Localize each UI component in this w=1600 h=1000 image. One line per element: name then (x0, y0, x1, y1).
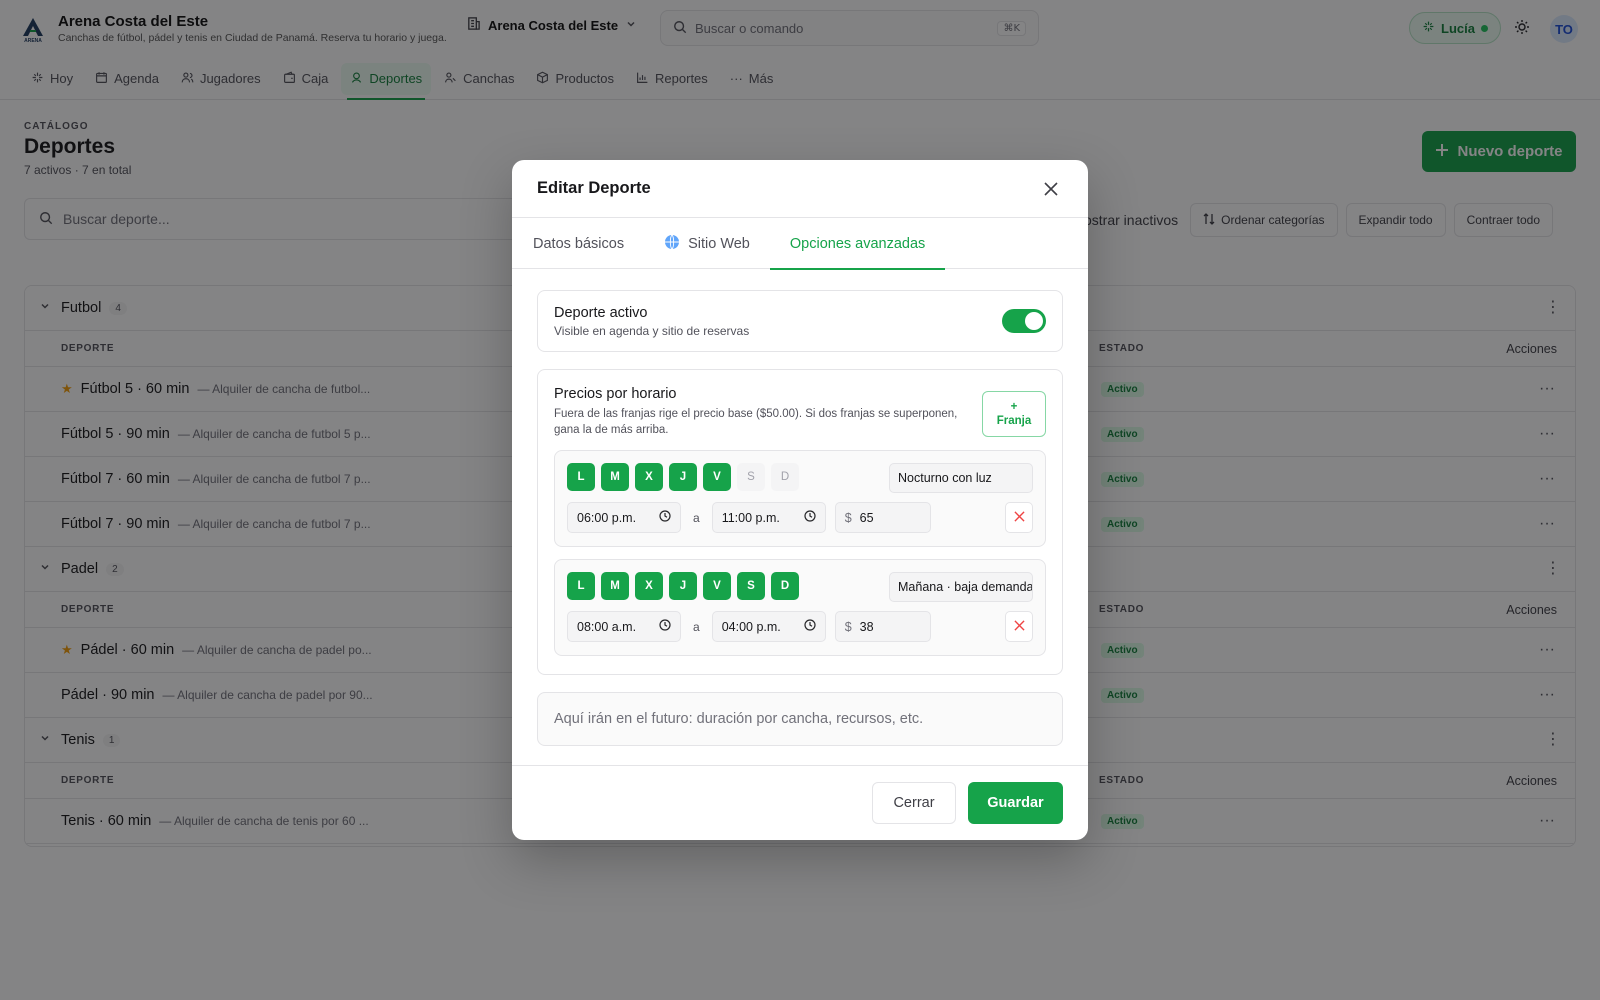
dialog-footer: Cerrar Guardar (512, 765, 1088, 840)
end-time-value: 11:00 p.m. (721, 510, 780, 525)
tab-label: Datos básicos (533, 235, 625, 252)
end-time-value: 04:00 p.m. (721, 619, 781, 634)
edit-sport-dialog: Editar Deporte Datos básicos Sitio Web O… (512, 160, 1088, 840)
future-options-note: Aquí irán en el futuro: duración por can… (537, 692, 1063, 746)
active-switch[interactable] (1002, 309, 1046, 333)
price-input[interactable]: $ 38 (834, 611, 931, 642)
day-toggle-j[interactable]: J (669, 463, 697, 491)
tab-sitio-web[interactable]: Sitio Web (644, 218, 770, 269)
add-slot-plus: + (1010, 401, 1018, 413)
start-time-input[interactable]: 06:00 p.m. (567, 502, 681, 533)
slot-time-row: 06:00 p.m. a 11:00 p.m. $ 65 (567, 502, 931, 533)
delete-slot-button[interactable] (1005, 611, 1033, 642)
add-slot-label: Franja (996, 415, 1032, 427)
clock-icon (659, 619, 671, 634)
active-toggle-subtitle: Visible en agenda y sitio de reservas (554, 323, 750, 338)
end-time-input[interactable]: 04:00 p.m. (711, 611, 826, 642)
day-toggle-m[interactable]: M (601, 463, 629, 491)
dialog-title: Editar Deporte (537, 179, 651, 197)
tab-label: Sitio Web (688, 235, 750, 252)
slot-name-input[interactable]: Mañana · baja demanda (889, 572, 1033, 602)
tab-label: Opciones avanzadas (789, 235, 926, 252)
day-toggle-v[interactable]: V (703, 463, 731, 491)
price-input[interactable]: $ 65 (834, 502, 931, 533)
day-toggle-s[interactable]: S (737, 463, 765, 491)
end-time-input[interactable]: 11:00 p.m. (711, 502, 826, 533)
delete-slot-button[interactable] (1005, 502, 1033, 533)
day-toggle-x[interactable]: X (635, 463, 663, 491)
active-toggle-title: Deporte activo (554, 304, 648, 321)
clock-icon (804, 619, 816, 634)
tab-opciones-avanzadas[interactable]: Opciones avanzadas (769, 218, 946, 270)
day-toggle-l[interactable]: L (567, 463, 595, 491)
tab-datos-basicos[interactable]: Datos básicos (533, 218, 644, 269)
currency-symbol: $ (844, 510, 852, 525)
add-slot-button[interactable]: + Franja (982, 391, 1046, 437)
dialog-tabs: Datos básicos Sitio Web Opciones avanzad… (512, 218, 1088, 270)
dialog-body: Deporte activo Visible en agenda y sitio… (512, 269, 1088, 746)
close-icon (1013, 618, 1025, 636)
day-toggle-l[interactable]: L (567, 572, 595, 600)
slot-time-row: 08:00 a.m. a 04:00 p.m. $ 38 (567, 611, 931, 642)
close-icon (1013, 509, 1025, 527)
price-value: 38 (859, 619, 874, 634)
start-time-input[interactable]: 08:00 a.m. (567, 611, 681, 642)
day-toggle-s[interactable]: S (737, 572, 765, 600)
slot-name-input[interactable]: Nocturno con luz (889, 463, 1033, 493)
active-toggle-card: Deporte activo Visible en agenda y sitio… (537, 290, 1063, 352)
dialog-header: Editar Deporte (512, 160, 1088, 218)
save-button[interactable]: Guardar (968, 782, 1063, 824)
start-time-value: 08:00 a.m. (577, 619, 637, 634)
close-icon[interactable] (1039, 177, 1063, 201)
pricing-card: Precios por horario Fuera de las franjas… (537, 369, 1063, 675)
price-slot: L M X J V S D Mañana · baja demanda 08:0… (554, 559, 1046, 656)
clock-icon (659, 510, 671, 525)
close-button[interactable]: Cerrar (872, 782, 956, 824)
day-toggle-j[interactable]: J (669, 572, 697, 600)
day-toggle-d[interactable]: D (771, 463, 799, 491)
day-toggle-v[interactable]: V (703, 572, 731, 600)
day-toggle-m[interactable]: M (601, 572, 629, 600)
price-value: 65 (859, 510, 874, 525)
pricing-description: Fuera de las franjas rige el precio base… (554, 408, 958, 436)
globe-icon (664, 234, 680, 254)
price-slot: L M X J V S D Nocturno con luz 06:00 p.m… (554, 450, 1046, 547)
time-separator: a (693, 619, 700, 634)
currency-symbol: $ (844, 619, 852, 634)
time-separator: a (693, 510, 700, 525)
start-time-value: 06:00 p.m. (577, 510, 637, 525)
day-toggle-d[interactable]: D (771, 572, 799, 600)
day-toggle-x[interactable]: X (635, 572, 663, 600)
clock-icon (804, 510, 816, 525)
pricing-title: Precios por horario (554, 386, 677, 402)
